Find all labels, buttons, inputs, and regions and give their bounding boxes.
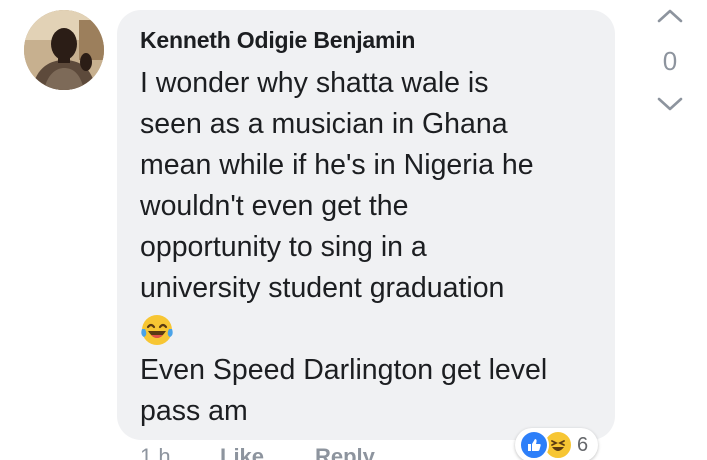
comment-line: wouldn't even get the xyxy=(140,190,409,222)
comment-timestamp[interactable]: 1 h xyxy=(140,444,171,460)
chevron-up-icon[interactable] xyxy=(656,8,684,24)
laughing-with-tears-emoji-icon xyxy=(141,315,173,346)
comment-line: university student graduation xyxy=(140,272,505,304)
emoji-line xyxy=(140,309,595,350)
comment-line: opportunity to sing in a xyxy=(140,231,427,263)
comment-bubble: Kenneth Odigie Benjamin I wonder why sha… xyxy=(117,10,615,440)
comment-line: mean while if he's in Nigeria he xyxy=(140,149,534,181)
comment-line: seen as a musician in Ghana xyxy=(140,108,508,140)
chevron-down-icon[interactable] xyxy=(656,96,684,112)
comment-author-name[interactable]: Kenneth Odigie Benjamin xyxy=(140,25,595,55)
vote-widget: 0 xyxy=(652,8,688,112)
profile-photo xyxy=(24,10,104,90)
reactions-summary[interactable]: 6 xyxy=(515,428,599,460)
reply-button[interactable]: Reply xyxy=(315,444,375,460)
comment-line: Even Speed Darlington get level xyxy=(140,354,548,386)
like-button[interactable]: Like xyxy=(220,444,264,460)
comment-line: pass am xyxy=(140,395,248,427)
comment-text: I wonder why shatta wale is seen as a mu… xyxy=(140,63,595,432)
avatar[interactable] xyxy=(24,10,104,90)
like-reaction-icon xyxy=(519,430,549,460)
vote-count: 0 xyxy=(662,46,678,76)
reaction-count: 6 xyxy=(577,433,589,456)
comment-line: I wonder why shatta wale is xyxy=(140,67,489,99)
